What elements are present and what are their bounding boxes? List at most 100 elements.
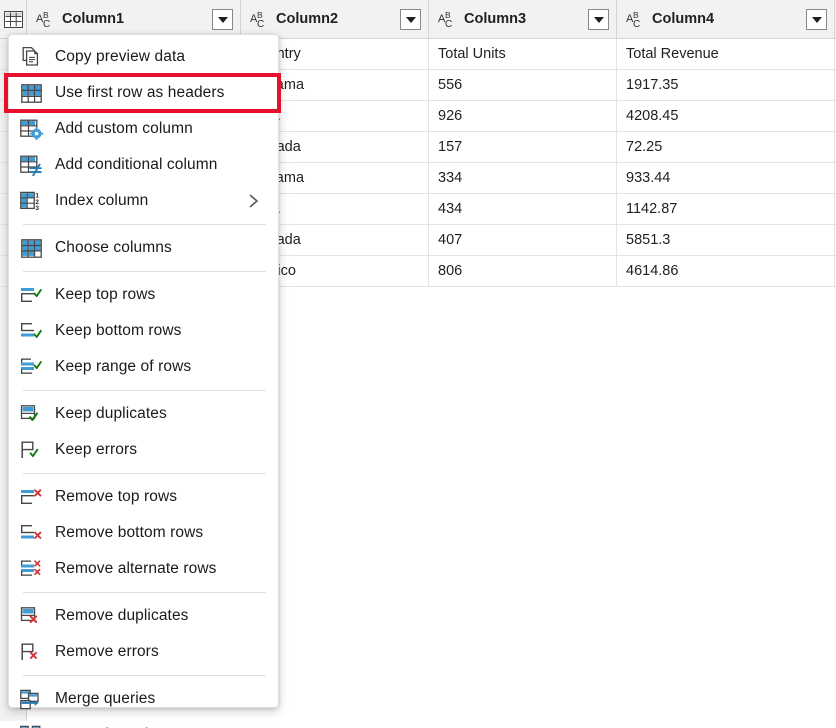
menu-item-remove-bottom-rows[interactable]: Remove bottom rows — [9, 515, 278, 551]
menu-item-label: Merge queries — [55, 690, 155, 708]
column-header-4[interactable]: A B C Column4 — [617, 0, 835, 38]
remove-top-rows-icon — [19, 486, 45, 508]
select-all-table-cell[interactable] — [0, 0, 27, 38]
menu-separator — [23, 473, 266, 474]
cell-column4[interactable]: 1142.87 — [617, 194, 835, 224]
menu-item-label: Remove top rows — [55, 488, 177, 506]
add-conditional-column-icon — [19, 154, 45, 176]
column-header-3[interactable]: A B C Column3 — [429, 0, 617, 38]
menu-item-label: Remove bottom rows — [55, 524, 203, 542]
keep-duplicates-icon — [19, 403, 45, 425]
svg-text:C: C — [43, 19, 50, 29]
menu-item-copy-preview-data[interactable]: Copy preview data — [9, 39, 278, 75]
index-column-icon: 123 — [19, 190, 45, 212]
menu-item-keep-duplicates[interactable]: Keep duplicates — [9, 396, 278, 432]
menu-item-append-queries[interactable]: Append queries — [9, 717, 278, 728]
menu-item-keep-errors[interactable]: Keep errors — [9, 432, 278, 468]
menu-item-remove-alternate-rows[interactable]: Remove alternate rows — [9, 551, 278, 587]
power-query-editor-window: A B C Column1 A B C — [0, 0, 836, 728]
cell-column3[interactable]: 806 — [429, 256, 617, 286]
choose-columns-icon — [19, 237, 45, 259]
menu-separator — [23, 390, 266, 391]
cell-column3[interactable]: 556 — [429, 70, 617, 100]
menu-separator — [23, 675, 266, 676]
menu-item-label: Keep range of rows — [55, 358, 191, 376]
chevron-down-icon — [218, 17, 228, 23]
menu-item-label: Add conditional column — [55, 156, 217, 174]
svg-text:C: C — [445, 19, 452, 29]
cell-column3[interactable]: 157 — [429, 132, 617, 162]
column-filter-button-3[interactable] — [588, 9, 609, 30]
menu-separator — [23, 224, 266, 225]
svg-text:C: C — [257, 19, 264, 29]
cell-column3[interactable]: 407 — [429, 225, 617, 255]
menu-item-label: Remove duplicates — [55, 607, 189, 625]
menu-item-add-custom-column[interactable]: Add custom column — [9, 111, 278, 147]
abc-type-icon: A B C — [250, 9, 270, 29]
menu-item-label: Remove alternate rows — [55, 560, 216, 578]
cell-column4[interactable]: 72.25 — [617, 132, 835, 162]
menu-item-merge-queries[interactable]: Merge queries — [9, 681, 278, 717]
menu-separator — [23, 592, 266, 593]
column-header-label: Column2 — [276, 11, 338, 27]
cell-column4[interactable]: 4208.45 — [617, 101, 835, 131]
menu-item-choose-columns[interactable]: Choose columns — [9, 230, 278, 266]
column-header-label: Column3 — [464, 11, 526, 27]
keep-bottom-rows-icon — [19, 320, 45, 342]
menu-item-keep-range-of-rows[interactable]: Keep range of rows — [9, 349, 278, 385]
menu-item-label: Add custom column — [55, 120, 193, 138]
abc-type-icon: A B C — [626, 9, 646, 29]
menu-item-remove-duplicates[interactable]: Remove duplicates — [9, 598, 278, 634]
cell-column3[interactable]: Total Units — [429, 39, 617, 69]
cell-column4[interactable]: 933.44 — [617, 163, 835, 193]
keep-errors-icon — [19, 439, 45, 461]
column-filter-button-1[interactable] — [212, 9, 233, 30]
chevron-down-icon — [594, 17, 604, 23]
svg-text:3: 3 — [35, 205, 39, 212]
menu-item-keep-bottom-rows[interactable]: Keep bottom rows — [9, 313, 278, 349]
column-filter-button-4[interactable] — [806, 9, 827, 30]
keep-range-of-rows-icon — [19, 356, 45, 378]
use-first-row-as-headers-icon — [19, 82, 45, 104]
remove-duplicates-icon — [19, 605, 45, 627]
menu-item-label: Keep bottom rows — [55, 322, 182, 340]
menu-item-label: Choose columns — [55, 239, 172, 257]
add-custom-column-icon — [19, 118, 45, 140]
copy-icon — [19, 46, 45, 68]
menu-item-label: Remove errors — [55, 643, 159, 661]
cell-column3[interactable]: 926 — [429, 101, 617, 131]
menu-item-add-conditional-column[interactable]: Add conditional column — [9, 147, 278, 183]
keep-top-rows-icon — [19, 284, 45, 306]
table-icon — [4, 11, 23, 28]
menu-item-remove-top-rows[interactable]: Remove top rows — [9, 479, 278, 515]
merge-queries-icon — [19, 688, 45, 710]
menu-item-keep-top-rows[interactable]: Keep top rows — [9, 277, 278, 313]
menu-item-remove-errors[interactable]: Remove errors — [9, 634, 278, 670]
column-header-2[interactable]: A B C Column2 — [241, 0, 429, 38]
menu-item-label: Index column — [55, 192, 148, 210]
menu-item-label: Copy preview data — [55, 48, 185, 66]
menu-item-use-first-row-as-headers[interactable]: Use first row as headers — [9, 75, 278, 111]
column-context-menu[interactable]: Copy preview data Use first row as header… — [8, 34, 279, 708]
column-header-label: Column1 — [62, 11, 124, 27]
column-filter-button-2[interactable] — [400, 9, 421, 30]
remove-bottom-rows-icon — [19, 522, 45, 544]
chevron-right-icon — [248, 193, 260, 209]
cell-column4[interactable]: Total Revenue — [617, 39, 835, 69]
cell-column4[interactable]: 5851.3 — [617, 225, 835, 255]
chevron-down-icon — [812, 17, 822, 23]
append-queries-icon — [19, 724, 45, 728]
menu-item-label: Keep top rows — [55, 286, 155, 304]
cell-column4[interactable]: 1917.35 — [617, 70, 835, 100]
remove-errors-icon — [19, 641, 45, 663]
column-header-label: Column4 — [652, 11, 714, 27]
cell-column4[interactable]: 4614.86 — [617, 256, 835, 286]
chevron-down-icon — [406, 17, 416, 23]
cell-column3[interactable]: 334 — [429, 163, 617, 193]
abc-type-icon: A B C — [36, 9, 56, 29]
svg-text:C: C — [633, 19, 640, 29]
menu-item-index-column[interactable]: 123 Index column — [9, 183, 278, 219]
cell-column3[interactable]: 434 — [429, 194, 617, 224]
menu-separator — [23, 271, 266, 272]
column-header-1[interactable]: A B C Column1 — [27, 0, 241, 38]
